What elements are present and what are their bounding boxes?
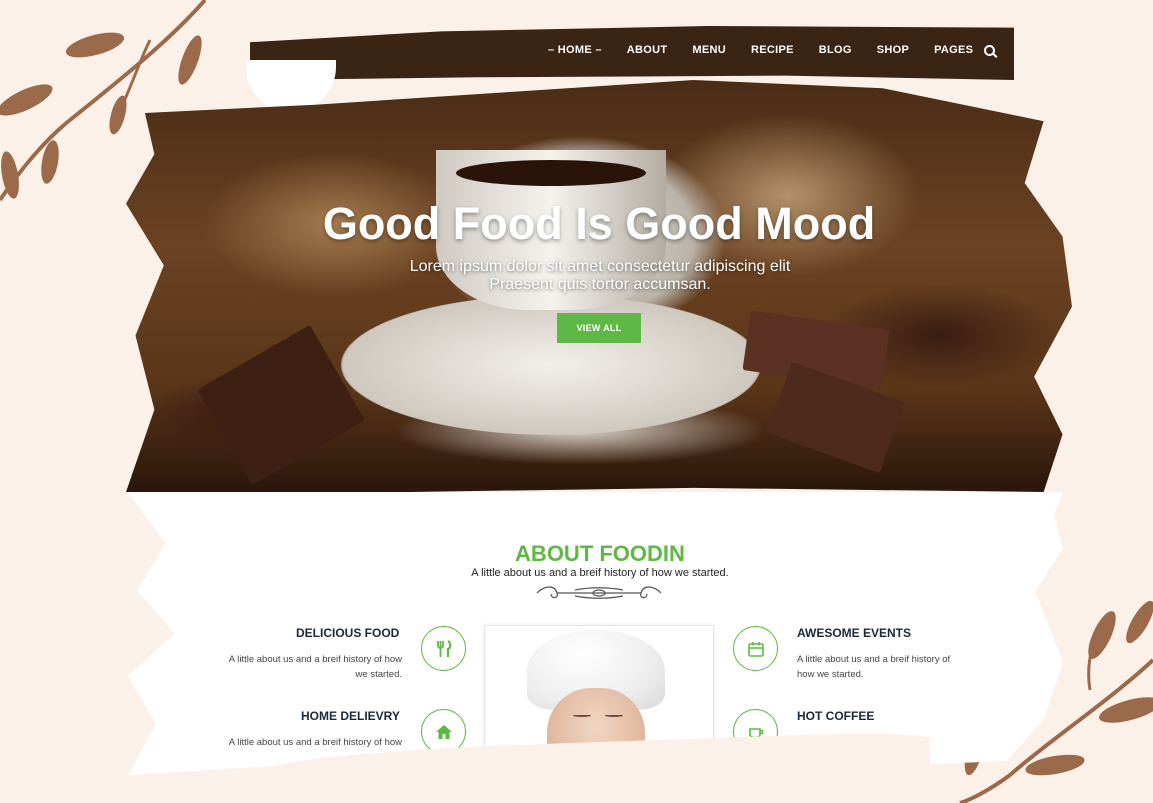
calendar-icon xyxy=(747,641,764,657)
nav-item-shop[interactable]: SHOP xyxy=(877,44,909,56)
nav-item-home[interactable]: HOME xyxy=(548,44,602,56)
about-title: ABOUT FOODIN xyxy=(515,541,685,566)
chef-eye xyxy=(573,714,591,717)
fork-knife-icon xyxy=(436,639,451,657)
nav-item-recipe[interactable]: RECIPE xyxy=(751,44,794,56)
feature-title-awesome-events: AWESOME EVENTS xyxy=(797,626,912,640)
search-icon[interactable] xyxy=(984,44,996,56)
chef-eye xyxy=(605,714,623,717)
feature-title-home-delivery: HOME DELIEVRY xyxy=(301,709,400,723)
feature-text: A little about us and a breif history of… xyxy=(228,654,402,680)
logo[interactable] xyxy=(246,60,336,112)
home-icon xyxy=(435,724,452,739)
feature-title-hot-coffee: HOT COFFEE xyxy=(797,709,875,723)
chocolate-image xyxy=(766,361,906,474)
feature-text: A little about us and a breif history of… xyxy=(797,654,951,680)
nav-menu: HOME ABOUT MENU RECIPE BLOG SHOP PAGES xyxy=(548,44,996,56)
nav-item-blog[interactable]: BLOG xyxy=(819,44,852,56)
view-all-button[interactable]: VIEW ALL xyxy=(557,313,641,343)
about-subtitle: A little about us and a breif history of… xyxy=(471,567,729,579)
feature-title-delicious-food: DELICIOUS FOOD xyxy=(296,626,400,640)
ornament-divider xyxy=(536,586,662,599)
hero-subtitle: Lorem ipsum dolor sit amet consectetur a… xyxy=(409,258,791,293)
feature-circle xyxy=(421,626,466,671)
nav-item-menu[interactable]: MENU xyxy=(692,44,726,56)
nav-item-about[interactable]: ABOUT xyxy=(627,44,668,56)
hero-title: Good Food Is Good Mood xyxy=(322,198,876,249)
saucer-image xyxy=(341,295,761,435)
chocolate-image xyxy=(197,324,365,486)
feature-circle xyxy=(733,626,778,671)
nav-item-pages[interactable]: PAGES xyxy=(934,44,973,56)
